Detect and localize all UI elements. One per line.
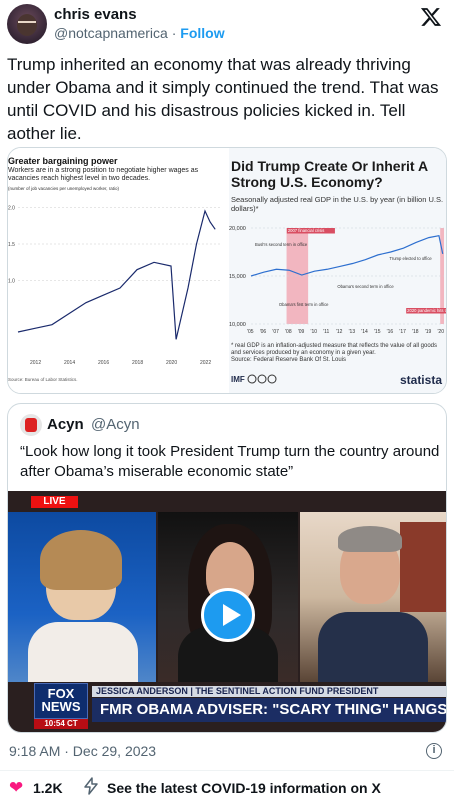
right-annotation: Bush's second term in office	[255, 242, 308, 247]
fox-news-logo: FOX NEWS	[34, 683, 88, 719]
heart-icon[interactable]: ❤	[9, 779, 23, 796]
tweet-timestamp[interactable]: 9:18 AM · Dec 29, 2023	[9, 743, 156, 759]
author-handle[interactable]: @notcapnamerica	[54, 25, 168, 41]
right-annotation: 2020 pandemic hits U.S. economy	[407, 308, 447, 313]
quoted-tweet[interactable]: Acyn @Acyn “Look how long it took Presid…	[7, 403, 447, 733]
tweet-header: chris evans @notcapnamerica · Follow	[0, 0, 454, 50]
right-annotation: Obama's first term in office	[279, 302, 329, 307]
right-x-tick: '15	[374, 329, 381, 335]
gdp-chart[interactable]: Did Trump Create Or Inherit A Strong U.S…	[229, 148, 447, 393]
right-x-tick: '05	[247, 329, 254, 335]
statista-logo: statista	[399, 373, 442, 387]
right-x-tick: '20	[437, 329, 444, 335]
tweet-media[interactable]: Greater bargaining power Workers are in …	[7, 147, 447, 394]
right-y-tick: 15,000	[229, 274, 246, 280]
live-badge: LIVE	[31, 496, 78, 508]
right-chart-footnote: * real GDP is an inflation-adjusted meas…	[231, 343, 446, 364]
covid-info-link[interactable]: See the latest COVID-19 information on X	[107, 780, 381, 796]
right-x-tick: '19	[425, 329, 432, 335]
quote-author-avatar[interactable]	[20, 414, 42, 436]
right-x-tick: '06	[260, 329, 267, 335]
broadcast-clock: 10:54 CT	[34, 719, 88, 729]
right-x-tick: '11	[323, 329, 329, 335]
left-x-tick: 2022	[200, 360, 211, 366]
left-y-tick: 2.0	[8, 205, 15, 211]
left-x-tick: 2020	[166, 360, 177, 366]
quote-avatar-mark	[25, 418, 37, 432]
like-count[interactable]: 1.2K	[33, 780, 63, 796]
left-series-line	[17, 209, 216, 340]
left-y-tick: 1.0	[8, 279, 15, 285]
play-icon[interactable]	[201, 588, 255, 642]
right-chart-title: Did Trump Create Or Inherit A Strong U.S…	[231, 158, 428, 190]
right-annotation: 2007 financial crisis	[288, 228, 325, 233]
quote-author-handle[interactable]: @Acyn	[91, 416, 140, 433]
info-icon[interactable]: i	[426, 743, 442, 759]
avatar-glasses	[18, 21, 36, 26]
x-logo-icon[interactable]	[420, 6, 442, 28]
quote-text: “Look how long it took President Trump t…	[20, 443, 440, 480]
action-bar: ❤ 1.2K See the latest COVID-19 informati…	[0, 776, 454, 798]
video-panel-guest-right	[300, 512, 446, 682]
guest-right-hair	[338, 526, 402, 552]
left-x-tick: 2018	[132, 360, 143, 366]
right-chart-plot: 20,000 15,000 10,000'05 '06 '07 '08 '09 '10 '11 '…	[229, 226, 447, 335]
video-panel-guest-left	[8, 512, 156, 682]
right-chart-source: Source: Federal Reserve Bank Of St. Loui…	[231, 357, 347, 363]
right-x-tick: '17	[399, 329, 406, 335]
left-x-tick: 2016	[98, 360, 109, 366]
left-x-tick: 2012	[30, 360, 41, 366]
right-chart-subtitle: Seasonally adjusted real GDP in the U.S.…	[231, 195, 444, 213]
left-x-tick: 2014	[64, 360, 75, 366]
author-name[interactable]: chris evans	[54, 6, 137, 23]
handle-separator: ·	[171, 25, 177, 41]
right-annotation: Trump elected to office	[389, 256, 432, 261]
action-divider	[0, 770, 454, 771]
right-x-tick: '14	[361, 329, 368, 335]
video-player[interactable]: LIVE FOX NEWS 10:54 CT JESSICA ANDERSON …	[8, 491, 446, 732]
left-y-tick: 1.5	[8, 242, 15, 248]
left-chart-title: Greater bargaining power	[8, 156, 118, 166]
right-x-tick: '18	[412, 329, 419, 335]
bolt-icon	[84, 777, 98, 795]
job-vacancies-chart[interactable]: Greater bargaining power Workers are in …	[8, 148, 228, 393]
right-x-tick: '10	[310, 329, 317, 335]
author-avatar[interactable]	[7, 4, 47, 44]
tweet-text: Trump inherited an economy that was alre…	[7, 55, 439, 143]
right-annotation: Obama's second term in office	[337, 284, 394, 289]
fox-logo-line2: NEWS	[41, 699, 81, 714]
left-chart-plot: 1.0 1.5 2.0 2012 2014 2016 2018 2020 2022	[8, 205, 222, 366]
guest-left-clothing	[28, 622, 138, 682]
author-handle-row: @notcapnamerica · Follow	[54, 25, 225, 41]
guest-right-clothing	[318, 612, 428, 682]
right-x-tick: '07	[272, 329, 279, 335]
lower-third-name: JESSICA ANDERSON | THE SENTINEL ACTION F…	[92, 686, 446, 697]
imf-logo: IMF	[231, 375, 245, 384]
guest-left-hair	[40, 530, 122, 590]
left-chart-source: Source: Bureau of Labor Statistics.	[8, 377, 78, 382]
quote-author-name[interactable]: Acyn	[47, 416, 84, 433]
left-chart-unit: (number of job vacancies per unemployed …	[8, 186, 120, 191]
creative-commons-icon	[247, 374, 277, 384]
right-y-tick: 10,000	[229, 322, 246, 328]
right-x-tick: '09	[298, 329, 305, 335]
right-x-tick: '08	[285, 329, 292, 335]
follow-button[interactable]: Follow	[180, 25, 224, 41]
left-chart-subtitle: Workers are in a strong position to nego…	[8, 167, 199, 182]
right-x-tick: '13	[349, 329, 356, 335]
guest-right-bookshelf	[400, 522, 446, 612]
right-x-tick: '16	[387, 329, 394, 335]
right-x-tick: '12	[336, 329, 343, 335]
lower-third-headline: FMR OBAMA ADVISER: "SCARY THING" HANGS O…	[92, 698, 446, 722]
right-chart-footnote-text: * real GDP is an inflation-adjusted meas…	[231, 343, 438, 356]
right-y-tick: 20,000	[229, 226, 246, 232]
